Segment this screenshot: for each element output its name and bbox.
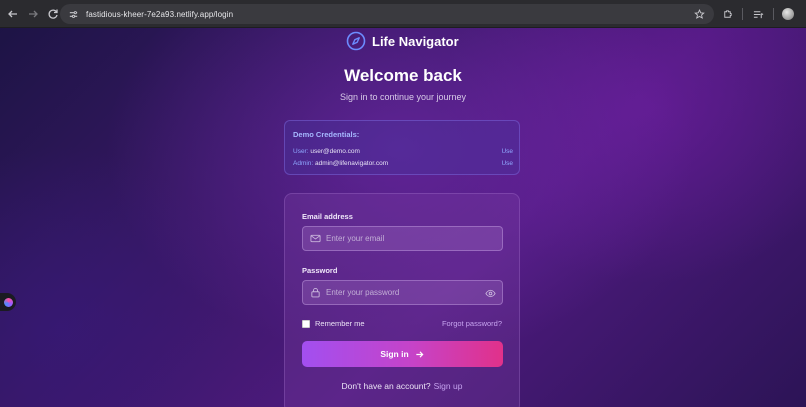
arrow-right-icon <box>415 349 425 359</box>
sign-in-button[interactable]: Sign in <box>302 341 503 367</box>
password-field-wrapper[interactable] <box>302 280 503 305</box>
demo-user-value: user@demo.com <box>310 148 360 155</box>
remember-me-label[interactable]: Remember me <box>315 319 365 328</box>
mail-icon <box>309 233 321 245</box>
password-field[interactable] <box>326 288 476 297</box>
login-page: Life Navigator Welcome back Sign in to c… <box>0 28 806 407</box>
use-user-credentials-button[interactable]: Use <box>501 148 513 155</box>
arrow-right-icon <box>29 10 38 17</box>
menu-kebab-icon[interactable] <box>802 7 806 21</box>
email-label: Email address <box>302 212 353 221</box>
signup-row: Don't have an account? Sign up <box>285 381 519 391</box>
site-info-icon[interactable] <box>66 7 80 21</box>
email-field-wrapper[interactable] <box>302 226 503 251</box>
demo-admin-label: Admin: <box>293 160 314 167</box>
assistant-icon <box>3 297 13 307</box>
demo-user-label: User: <box>293 148 309 155</box>
reload-icon <box>48 9 58 19</box>
demo-admin-row: Admin: admin@lifenavigator.com Use <box>293 160 513 167</box>
compass-icon <box>346 31 366 51</box>
toolbar-divider <box>773 8 774 20</box>
profile-avatar[interactable] <box>782 8 794 20</box>
demo-credentials-title: Demo Credentials: <box>293 130 360 139</box>
page-subtitle: Sign in to continue your journey <box>339 92 467 102</box>
password-label: Password <box>302 266 338 275</box>
email-field[interactable] <box>326 234 476 243</box>
demo-credentials-panel: Demo Credentials: User: user@demo.com Us… <box>284 120 520 175</box>
bookmark-star-icon[interactable] <box>692 7 706 21</box>
login-form-card: Email address Password Remember me Forgo… <box>284 193 520 407</box>
remember-me-row[interactable]: Remember me <box>302 319 365 328</box>
url-text[interactable]: fastidious-kheer-7e2a93.netlify.app/logi… <box>86 10 233 19</box>
browser-toolbar: fastidious-kheer-7e2a93.netlify.app/logi… <box>0 0 806 28</box>
use-admin-credentials-button[interactable]: Use <box>501 160 513 167</box>
arrow-left-icon <box>8 10 17 17</box>
floating-assistant-button[interactable] <box>0 293 16 311</box>
toolbar-divider <box>742 8 743 20</box>
page-title: Welcome back <box>344 66 462 85</box>
eye-icon[interactable] <box>484 287 496 299</box>
back-button[interactable] <box>4 5 22 23</box>
brand-name: Life Navigator <box>372 33 459 49</box>
brand-header[interactable]: Life Navigator <box>346 30 459 52</box>
demo-user-row: User: user@demo.com Use <box>293 148 513 155</box>
sign-in-label: Sign in <box>380 349 409 359</box>
address-bar[interactable]: fastidious-kheer-7e2a93.netlify.app/logi… <box>60 4 714 24</box>
demo-admin-value: admin@lifenavigator.com <box>315 160 389 167</box>
extensions-icon[interactable] <box>720 7 734 21</box>
signup-prompt: Don't have an account? <box>341 381 431 391</box>
remember-me-checkbox[interactable] <box>302 319 310 328</box>
lock-icon <box>309 287 321 299</box>
sign-up-link[interactable]: Sign up <box>434 381 463 391</box>
forward-button[interactable] <box>24 5 42 23</box>
forgot-password-link[interactable]: Forgot password? <box>442 319 502 328</box>
media-controls-icon[interactable] <box>751 7 765 21</box>
